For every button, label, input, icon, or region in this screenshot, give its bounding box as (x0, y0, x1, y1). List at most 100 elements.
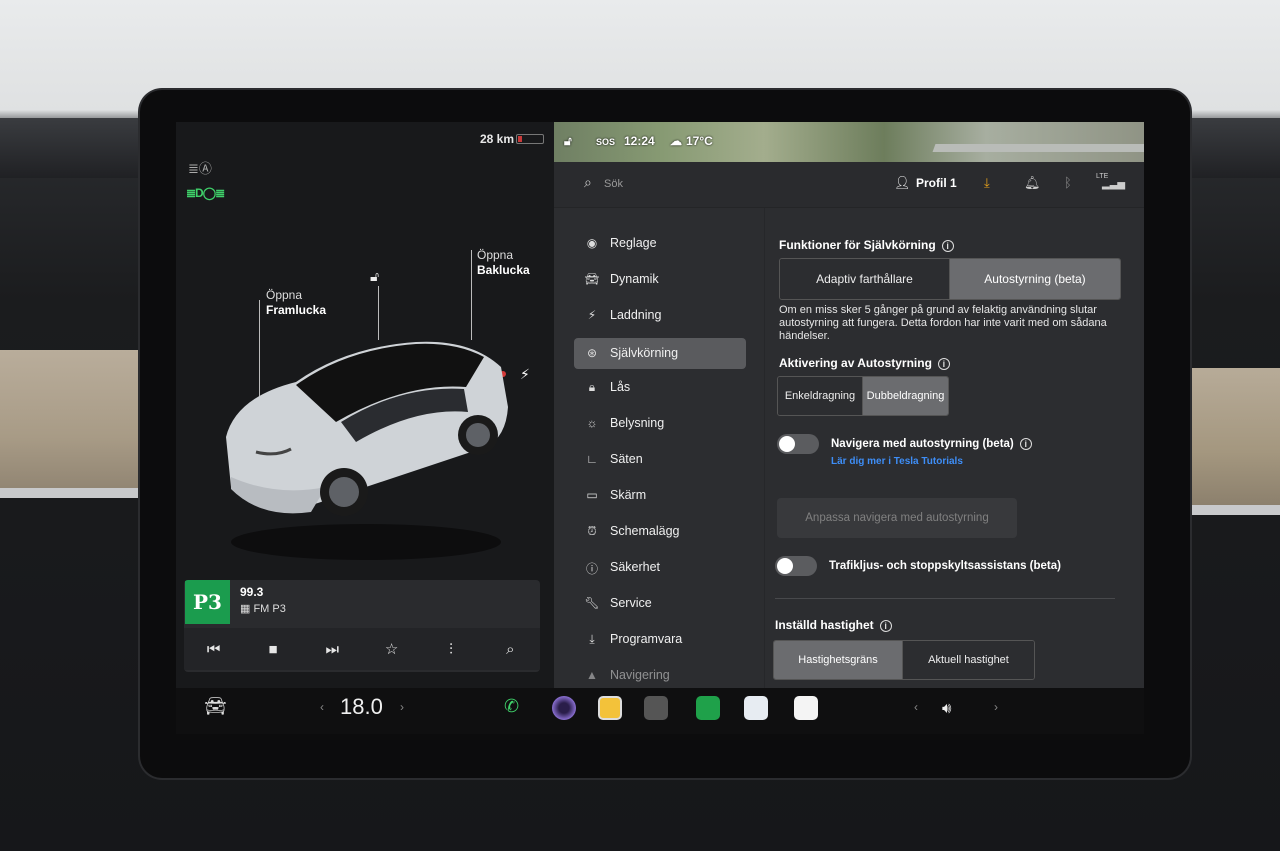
dashboard-chrome-strip (0, 488, 140, 498)
set-speed-selector: Hastighetsgräns Aktuell hastighet (773, 640, 1035, 680)
frunk-label[interactable]: Öppna Framlucka (266, 288, 326, 318)
activation-selector: Enkeldragning Dubbeldragning (777, 376, 949, 416)
settings-topbar: ⌕ 👤︎ Profil 1 ⤓ 🔔︎ ᛒ LTE ▂▃▅ (554, 162, 1144, 208)
station-name-text: FM P3 (253, 603, 286, 615)
menu-item-reglage[interactable]: ◉ Reglage (574, 228, 746, 259)
search-icon[interactable]: ⌕ (584, 174, 592, 191)
settings-menu: ◉ Reglage 🚘︎ Dynamik ⚡︎ Laddning ⊛ Själv… (554, 208, 764, 688)
menu-item-navigering[interactable]: ▲ Navigering (574, 660, 746, 688)
activation-title: Aktivering av Autostyrning i (779, 356, 950, 370)
sos-button[interactable]: SOS (596, 137, 615, 147)
station-logo: P3 (185, 580, 230, 624)
stop-icon[interactable]: ■ (253, 641, 293, 658)
menu-item-label: Lås (610, 380, 631, 394)
adaptive-cruise-option[interactable]: Adaptiv farthållare (780, 259, 950, 299)
next-icon[interactable]: ⏭︎ (312, 641, 352, 658)
now-playing[interactable]: P3 99.3 ▦ FM P3 (184, 580, 540, 624)
station-name: ▦ FM P3 (240, 603, 286, 615)
bell-icon[interactable]: 🔔︎ (1024, 175, 1041, 191)
app-launcher-icon[interactable] (598, 696, 622, 720)
low-beam-icon[interactable]: ≣D◯≣ (186, 186, 225, 200)
volume-up-chevron-icon[interactable]: › (994, 700, 998, 714)
camera-icon[interactable] (552, 696, 576, 720)
trunk-label[interactable]: Öppna Baklucka (477, 248, 530, 278)
car-status-panel: ≣Ⓐ ≣D◯≣ 28 km Öppna Framlucka Öppna Bakl… (176, 122, 554, 688)
menu-item-label: Självkörning (610, 346, 679, 360)
menu-item-label: Skärm (610, 488, 647, 502)
current-speed-option[interactable]: Aktuell hastighet (903, 641, 1034, 679)
menu-item-label: Reglage (610, 236, 657, 250)
menu-item-saten[interactable]: ∟ Säten (574, 444, 746, 475)
volume-down-chevron-icon[interactable]: ‹ (914, 700, 918, 714)
menu-item-schemalagg[interactable]: ⏰︎ Schemalägg (574, 516, 746, 547)
headlights-icon[interactable]: ≣Ⓐ (188, 158, 212, 177)
steering-wheel-icon: ⊛ (586, 346, 598, 360)
outside-temperature: 17°C (686, 134, 713, 148)
temp-up-chevron-icon[interactable]: › (400, 700, 404, 714)
menu-item-skarm[interactable]: ▭ Skärm (574, 480, 746, 511)
alert-circle-icon: ⓘ (585, 562, 598, 576)
bluetooth-icon[interactable]: ᛒ (1064, 175, 1072, 190)
alarm-clock-icon: ⏰︎ (587, 524, 597, 538)
menu-item-belysning[interactable]: ☼ Belysning (574, 408, 746, 439)
bottom-dock: 🚘︎ ‹ 18.0 › ✆ ‹ 🔊︎ › (176, 688, 1144, 734)
settings-search-input[interactable] (604, 175, 804, 193)
favorite-star-icon[interactable]: ☆ (372, 640, 412, 658)
traffic-light-assist-toggle[interactable] (775, 556, 817, 576)
double-pull-option[interactable]: Dubbeldragning (863, 377, 948, 415)
menu-item-service[interactable]: 🔧︎ Service (574, 588, 746, 619)
menu-item-label: Säkerhet (610, 560, 661, 574)
download-icon[interactable]: ⤓ (984, 175, 990, 191)
lock-open-icon[interactable]: 🔓︎ (370, 268, 379, 285)
menu-item-label: Säten (610, 452, 643, 466)
lock-icon: 🔒︎ (588, 380, 596, 394)
dashcam-icon[interactable] (644, 696, 668, 720)
navigate-on-autopilot-label-text: Navigera med autostyrning (beta) (831, 438, 1014, 451)
navigate-on-autopilot-toggle[interactable] (777, 434, 819, 454)
range-readout: 28 km (480, 132, 515, 146)
phone-icon[interactable]: ✆ (504, 696, 519, 717)
tesla-tutorials-link[interactable]: Lär dig mer i Tesla Tutorials (831, 456, 963, 467)
features-title-text: Funktioner för Självkörning (779, 238, 936, 252)
info-icon[interactable]: i (937, 357, 950, 370)
profile-button[interactable]: Profil 1 (916, 176, 957, 190)
navigation-icon[interactable] (744, 696, 768, 720)
traffic-light-assist-label: Trafikljus- och stoppskyltsassistans (be… (829, 560, 1061, 572)
menu-item-sakerhet[interactable]: ⓘ Säkerhet (574, 552, 746, 583)
info-icon[interactable]: i (941, 239, 954, 252)
toggle-icon: ◉ (586, 236, 598, 250)
menu-item-programvara[interactable]: ⤓ Programvara (574, 624, 746, 655)
info-icon[interactable]: i (1019, 438, 1032, 450)
profile-icon[interactable]: 👤︎ (894, 175, 911, 191)
speed-limit-option[interactable]: Hastighetsgräns (774, 641, 904, 679)
equalizer-icon[interactable]: ⫶ (431, 641, 471, 658)
frunk-action: Öppna (266, 288, 303, 302)
stocks-icon[interactable] (696, 696, 720, 720)
autosteer-option[interactable]: Autostyrning (beta) (950, 259, 1120, 299)
info-icon[interactable]: i (879, 619, 892, 632)
touchscreen: ≣Ⓐ ≣D◯≣ 28 km Öppna Framlucka Öppna Bakl… (176, 122, 1144, 688)
features-title: Funktioner för Självkörning i (779, 238, 954, 252)
cabin-temperature[interactable]: 18.0 (340, 694, 383, 720)
cloud-icon: ☁︎ (670, 134, 682, 148)
temp-down-chevron-icon[interactable]: ‹ (320, 700, 324, 714)
previous-icon[interactable]: ⏮︎ (194, 641, 234, 658)
display-icon: ▭ (586, 488, 598, 502)
menu-item-sjalvkorning[interactable]: ⊛ Självkörning (574, 338, 746, 369)
set-speed-title-text: Inställd hastighet (775, 618, 874, 632)
single-pull-option[interactable]: Enkeldragning (778, 377, 863, 415)
volume-icon[interactable]: 🔊︎ (942, 700, 951, 717)
menu-item-dynamik[interactable]: 🚘︎ Dynamik (574, 264, 746, 295)
lock-status-icon[interactable]: 🔓︎ (564, 134, 572, 149)
frunk-name: Framlucka (266, 303, 327, 317)
station-frequency: 99.3 (240, 585, 264, 599)
media-player: P3 99.3 ▦ FM P3 ⏮︎ ■ ⏭︎ ☆ ⫶ ⌕ (184, 580, 540, 672)
customize-navigate-button[interactable]: Anpassa navigera med autostyrning (777, 498, 1017, 538)
menu-item-laddning[interactable]: ⚡︎ Laddning (574, 300, 746, 331)
menu-item-las[interactable]: 🔒︎ Lås (574, 372, 746, 403)
notes-icon[interactable] (794, 696, 818, 720)
trunk-action: Öppna (477, 248, 514, 262)
charge-bolt-icon[interactable]: ⚡︎ (520, 366, 530, 383)
search-icon[interactable]: ⌕ (490, 641, 530, 658)
car-icon[interactable]: 🚘︎ (204, 696, 227, 717)
